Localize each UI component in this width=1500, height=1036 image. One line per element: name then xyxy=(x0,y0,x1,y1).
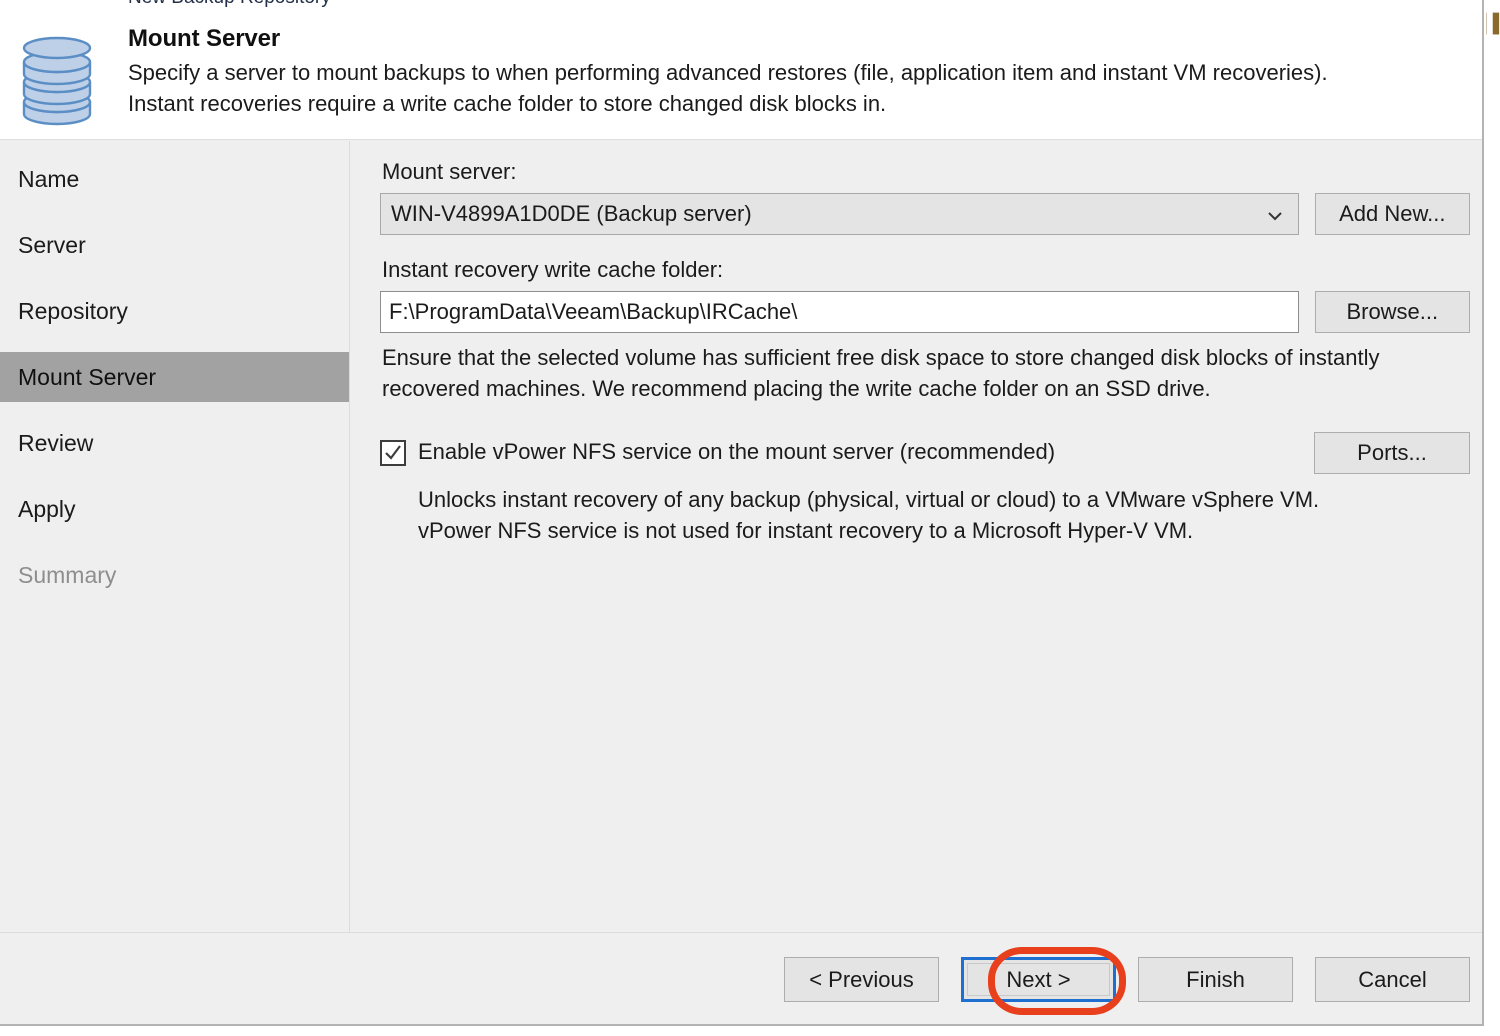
wizard-step-sidebar: Name Server Repository Mount Server Revi… xyxy=(0,141,350,932)
sidebar-item-label: Server xyxy=(18,231,86,258)
sidebar-item-label: Repository xyxy=(18,297,128,324)
sidebar-item-label: Review xyxy=(18,429,94,456)
vpower-note-line-1: Unlocks instant recovery of any backup (… xyxy=(418,487,1320,512)
cache-folder-value: F:\ProgramData\Veeam\Backup\IRCache\ xyxy=(389,299,798,324)
sidebar-item-name[interactable]: Name xyxy=(0,154,349,204)
ports-button[interactable]: Ports... xyxy=(1314,432,1470,474)
sidebar-item-label: Apply xyxy=(18,495,76,522)
browse-button[interactable]: Browse... xyxy=(1314,291,1470,333)
cancel-button[interactable]: Cancel xyxy=(1315,957,1470,1002)
mount-server-form: Mount server: WIN-V4899A1D0DE (Backup se… xyxy=(351,141,1482,932)
dialog-header: Mount Server Specify a server to mount b… xyxy=(0,14,1482,140)
mount-server-select[interactable]: WIN-V4899A1D0DE (Backup server) xyxy=(380,193,1299,235)
vpower-note-line-2: vPower NFS service is not used for insta… xyxy=(418,518,1194,543)
cache-folder-row: F:\ProgramData\Veeam\Backup\IRCache\ Bro… xyxy=(380,291,1470,333)
sidebar-item-apply[interactable]: Apply xyxy=(0,484,349,534)
mount-server-row: WIN-V4899A1D0DE (Backup server) Add New.… xyxy=(380,193,1470,235)
chevron-down-icon xyxy=(1266,205,1284,223)
mount-server-wizard-dialog: New Backup Repository Mount Server Speci… xyxy=(0,0,1484,1026)
sidebar-item-label: Mount Server xyxy=(18,363,157,390)
vpower-checkbox-row: Enable vPower NFS service on the mount s… xyxy=(380,432,1470,474)
add-new-button[interactable]: Add New... xyxy=(1314,193,1470,235)
page-description-line-1: Specify a server to mount backups to whe… xyxy=(128,60,1328,85)
page-description-line-2: Instant recoveries require a write cache… xyxy=(128,91,887,116)
cache-help-line-2: recovered machines. We recommend placing… xyxy=(382,376,1211,401)
sidebar-item-label: Summary xyxy=(18,561,117,588)
next-button[interactable]: Next > xyxy=(961,957,1116,1002)
sidebar-item-label: Name xyxy=(18,165,80,192)
database-stack-icon xyxy=(18,34,96,126)
clipped-window-title-strip: New Backup Repository xyxy=(0,0,1482,14)
next-button-label: Next > xyxy=(967,963,1110,996)
sidebar-item-review[interactable]: Review xyxy=(0,418,349,468)
sidebar-item-mount-server[interactable]: Mount Server xyxy=(0,352,349,402)
sidebar-item-summary: Summary xyxy=(0,550,349,600)
cache-folder-input[interactable]: F:\ProgramData\Veeam\Backup\IRCache\ xyxy=(380,291,1299,333)
vpower-checkbox-label: Enable vPower NFS service on the mount s… xyxy=(418,439,1056,464)
finish-button[interactable]: Finish xyxy=(1138,957,1293,1002)
mount-server-label: Mount server: xyxy=(382,159,517,184)
header-text-block: Mount Server Specify a server to mount b… xyxy=(128,24,1458,119)
previous-button[interactable]: < Previous xyxy=(784,957,939,1002)
footer-button-group: < Previous Next > Finish Cancel xyxy=(784,957,1470,1002)
clipped-title-text: New Backup Repository xyxy=(128,0,331,9)
sidebar-item-repository[interactable]: Repository xyxy=(0,286,349,336)
clipped-right-edge-content: ▌▌▌ xyxy=(1486,0,1500,1036)
page-title: Mount Server xyxy=(128,25,281,52)
cache-folder-label: Instant recovery write cache folder: xyxy=(382,257,724,282)
dialog-body: Name Server Repository Mount Server Revi… xyxy=(0,141,1482,932)
mount-server-value: WIN-V4899A1D0DE (Backup server) xyxy=(391,201,752,226)
vpower-nfs-checkbox[interactable] xyxy=(380,440,406,466)
cache-help-line-1: Ensure that the selected volume has suff… xyxy=(382,345,1380,370)
sidebar-item-server[interactable]: Server xyxy=(0,220,349,270)
dialog-footer: < Previous Next > Finish Cancel xyxy=(0,932,1482,1024)
